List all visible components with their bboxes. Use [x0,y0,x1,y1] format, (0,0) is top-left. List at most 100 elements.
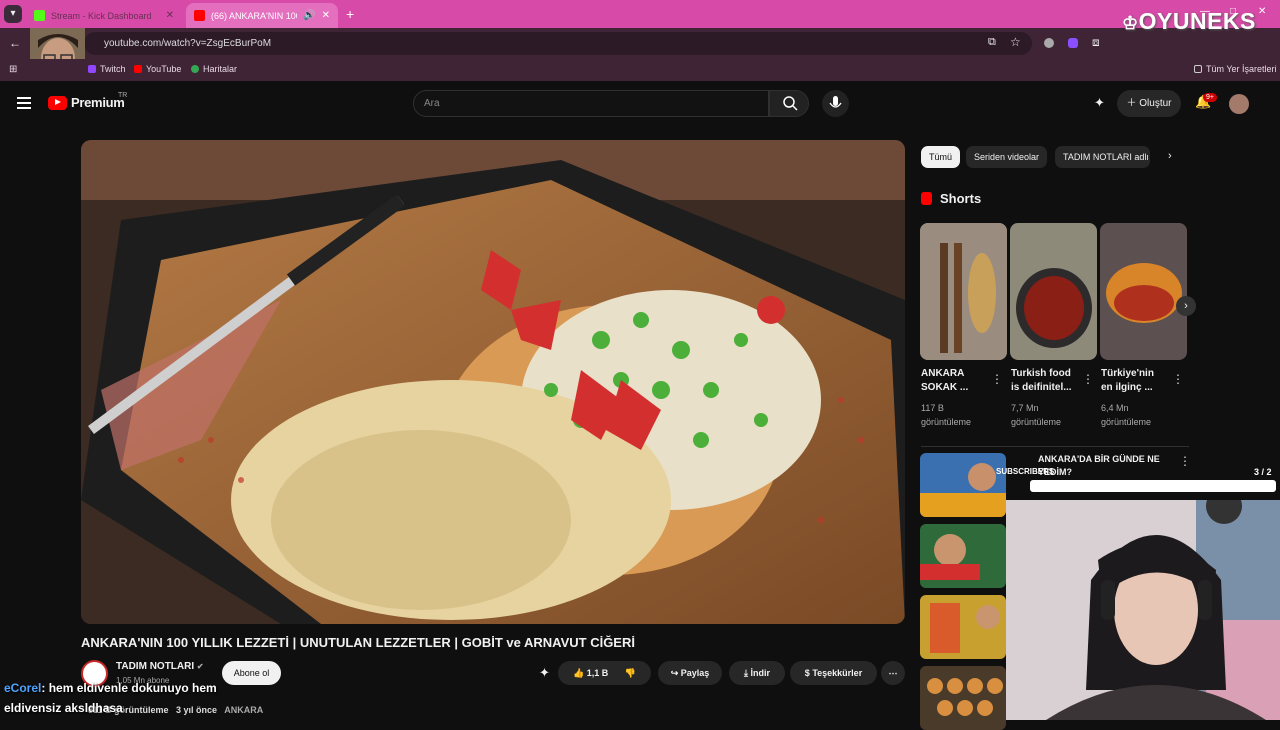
rec-more-icon[interactable]: ⋮ [1179,454,1191,468]
stream-brand-logo: ♔OYUNEKS [1122,8,1256,35]
kick-icon [34,10,45,21]
bookmark-star-icon[interactable]: ☆ [1010,35,1021,49]
chat-user: eCorel [4,681,42,695]
more-actions-button[interactable]: ⋯ [881,661,905,685]
thumbs-up-icon: 👍 [573,668,585,678]
rec-image [920,595,1006,659]
bookmark-twitch[interactable]: Twitch [88,64,126,74]
subscribe-button[interactable]: Abone ol [222,661,281,685]
rec-title-l1: ANKARA'DA BİR GÜNDE NE [1038,454,1160,464]
shorts-next-icon[interactable]: › [1176,296,1196,316]
plus-icon: ＋ [1126,98,1137,109]
chip-series[interactable]: Seriden videolar [966,146,1048,168]
close-tab-icon[interactable]: ✕ [322,10,330,21]
rec-image [920,524,1006,588]
chevron-right-icon[interactable]: › [1168,150,1172,162]
channel-name-text: TADIM NOTLARI [116,661,195,672]
short-title[interactable]: Turkish food is deifinitel... [1011,367,1083,395]
bookmark-label: YouTube [146,64,182,74]
chip-channel[interactable]: TADIM NOTLARI adlı [1055,146,1150,168]
short-thumbnail[interactable] [1010,223,1097,360]
like-count: 1,1 B [586,668,609,678]
like-button[interactable]: 👍 1,1 B [573,668,608,678]
recommended-thumbnail[interactable] [920,666,1006,730]
back-icon[interactable]: ← [9,36,21,50]
all-bookmarks-label: Tüm Yer İşaretleri [1206,64,1277,74]
twitch-icon [88,65,96,73]
share-button[interactable]: ↪ Paylaş [658,661,722,685]
short-more-icon[interactable]: ⋮ [1172,372,1184,386]
search-icon [783,96,798,111]
short-image [1100,223,1187,360]
browser-tab-bar: ▾ Stream - Kick Dashboard ✕ (66) ANKARA'… [0,0,1280,28]
search-input[interactable]: Ara [413,90,769,117]
short-title-l2: is deifinitel... [1011,382,1072,393]
brand-text: OYUNEKS [1138,8,1256,34]
account-avatar[interactable] [1229,94,1249,114]
short-more-icon[interactable]: ⋮ [1082,372,1094,386]
short-image [1010,223,1097,360]
url-field[interactable]: youtube.com/watch?v=ZsgEcBurPoM [84,32,1032,55]
short-title-l1: ANKARA [921,368,965,379]
create-button[interactable]: ＋ Oluştur [1117,90,1181,117]
sub-goal-label: SUBSCRIBERS [996,467,1055,476]
share-label: Paylaş [680,668,710,678]
voice-search-button[interactable] [822,90,849,117]
bookmark-youtube[interactable]: YouTube [134,64,181,74]
bookmark-label: Twitch [100,64,126,74]
video-frame-image [81,140,905,624]
download-button[interactable]: ⤓ İndir [729,661,785,685]
mic-icon [829,96,842,108]
short-title[interactable]: Türkiye'nin en ilginç ... [1101,367,1173,395]
logo-text: Premium [71,95,125,110]
recommended-thumbnail[interactable] [920,524,1006,588]
short-views: 6,4 Mn görüntüleme [1101,401,1177,429]
url-text: youtube.com/watch?v=ZsgEcBurPoM [104,38,272,49]
menu-icon[interactable] [17,97,31,109]
short-views-l2: görüntüleme [1101,417,1152,427]
close-tab-icon[interactable]: ✕ [166,10,174,21]
speaker-icon[interactable]: 🔊 [303,10,315,21]
thanks-button[interactable]: $ Teşekkürler [790,661,877,685]
video-player[interactable] [81,140,905,624]
premium-feature-icon[interactable]: ✦ [1094,95,1105,111]
search-button[interactable] [769,90,809,117]
new-tab-button[interactable]: + [346,6,354,22]
chat-message: eCorel: hem eldivenle dokunuyo hem [4,681,217,695]
streamer-webcam [1006,500,1280,720]
youtube-header: Premium TR Ara ✦ ＋ Oluştur 🔔 9+ [0,81,1280,127]
tab-kick-dashboard[interactable]: Stream - Kick Dashboard ✕ [26,3,182,28]
recommended-thumbnail[interactable] [920,595,1006,659]
short-thumbnail[interactable] [1100,223,1187,360]
verified-icon: ✔ [196,662,204,671]
apps-grid-icon[interactable]: ⊞ [9,64,17,75]
short-title-l1: Türkiye'nin [1101,368,1154,379]
extension-icon-2[interactable] [1068,38,1078,48]
create-label: Oluştur [1139,98,1172,109]
search-placeholder: Ara [424,98,440,109]
recommended-thumbnail[interactable] [920,453,1006,517]
recommended-title[interactable]: ANKARA'DA BİR GÜNDE NE YEDİM? [1038,453,1178,479]
extensions-puzzle-icon[interactable]: ⧈ [1092,35,1100,50]
youtube-logo[interactable]: Premium TR [48,92,127,110]
download-label: İndir [750,668,771,678]
short-more-icon[interactable]: ⋮ [991,372,1003,386]
tab-search-button[interactable]: ▾ [4,5,22,23]
rec-image [920,666,1006,730]
bookmark-maps[interactable]: Haritalar [191,64,237,74]
extension-icon[interactable] [1044,38,1054,48]
dislike-button[interactable]: 👎 [625,668,636,678]
short-title[interactable]: ANKARA SOKAK ... [921,367,993,395]
tab-youtube-video[interactable]: (66) ANKARA'NIN 100 YILLI 🔊 ✕ [186,3,338,28]
bookmarks-bar: ⊞ Twitch YouTube Haritalar Tüm Yer İşare… [0,59,1280,81]
premium-jump-icon[interactable]: ✦ [539,665,550,681]
short-title-l1: Turkish food [1011,368,1071,379]
sub-goal-fill [1032,482,1274,490]
short-thumbnail[interactable] [920,223,1007,360]
short-views: 117 B görüntüleme [921,401,997,429]
channel-name[interactable]: TADIM NOTLARI ✔ [116,661,204,672]
close-window-icon[interactable]: ✕ [1258,6,1266,17]
chip-all[interactable]: Tümü [921,146,961,168]
cast-icon[interactable]: ⧉ [988,36,996,49]
all-bookmarks[interactable]: Tüm Yer İşaretleri [1194,64,1277,74]
